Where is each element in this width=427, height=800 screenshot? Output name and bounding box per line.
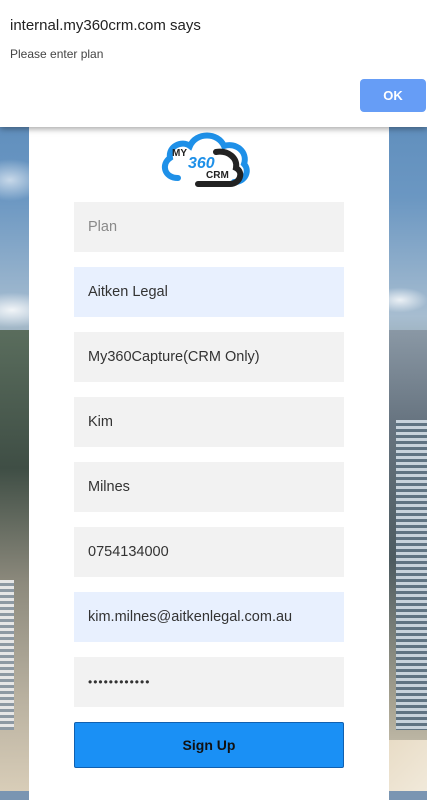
last-name-field[interactable]: Milnes: [74, 462, 344, 512]
company-field[interactable]: Aitken Legal: [74, 267, 344, 317]
phone-field[interactable]: 0754134000: [74, 527, 344, 577]
first-name-field[interactable]: Kim: [74, 397, 344, 447]
password-value: ••••••••••••: [88, 675, 151, 689]
logo-text-crm: CRM: [206, 170, 229, 181]
company-value: Aitken Legal: [88, 284, 168, 300]
email-field[interactable]: kim.milnes@aitkenlegal.com.au: [74, 592, 344, 642]
tower-right: [396, 420, 427, 730]
plan-placeholder: Plan: [88, 219, 118, 235]
logo-text-my: MY: [172, 148, 187, 159]
plan-field[interactable]: Plan: [74, 202, 344, 252]
sign-up-button[interactable]: Sign Up: [74, 722, 344, 768]
tower-left: [0, 580, 14, 730]
password-field[interactable]: ••••••••••••: [74, 657, 344, 707]
ok-button[interactable]: OK: [360, 79, 426, 112]
first-name-value: Kim: [88, 414, 113, 430]
dialog-message: Please enter plan: [10, 47, 104, 61]
phone-value: 0754134000: [88, 544, 169, 560]
alert-dialog: internal.my360crm.com says Please enter …: [0, 0, 427, 127]
product-field[interactable]: My360Capture(CRM Only): [74, 332, 344, 382]
product-value: My360Capture(CRM Only): [88, 349, 260, 365]
beach: [389, 740, 427, 791]
dialog-title: internal.my360crm.com says: [10, 17, 201, 34]
email-value: kim.milnes@aitkenlegal.com.au: [88, 609, 293, 625]
my360crm-logo-icon: MY 360 CRM: [161, 132, 250, 187]
last-name-value: Milnes: [88, 479, 130, 495]
